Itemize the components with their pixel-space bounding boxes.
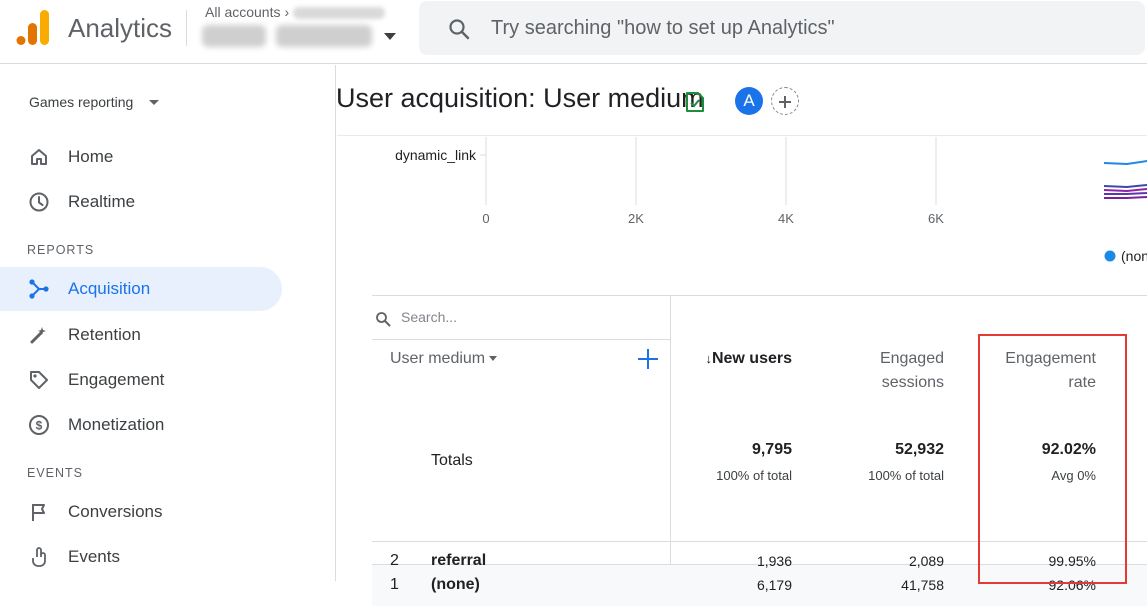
add-dimension-button[interactable] [638,349,658,369]
x-tick-label: 0 [482,211,489,226]
sidebar-item-label: Engagement [68,370,165,389]
sidebar-item-label: Realtime [68,192,136,211]
table-row[interactable]: 2 referral 1,936 2,089 99.95% [372,541,1147,582]
collection-selector[interactable]: Games reporting [29,94,133,110]
add-comparison-icon[interactable] [771,87,799,115]
total-value: 9,795 [751,441,792,458]
divider [186,10,187,46]
search-bar[interactable] [419,1,1145,55]
search-input[interactable] [491,11,1091,45]
sidebar-item-label: Home [68,147,114,166]
analytics-logo-icon[interactable] [16,10,50,46]
acquisition-icon [29,279,49,299]
sidebar-item-conversions[interactable]: Conversions [0,490,282,534]
sidebar-item-retention[interactable]: Retention [0,313,282,357]
row-dimension[interactable]: referral [431,552,486,570]
column-header-new-users[interactable]: ↓New users [692,347,792,371]
touch-icon [32,547,46,567]
divider [337,135,1147,136]
totals-label: Totals [431,452,473,469]
property-name-redacted [202,25,266,47]
account-name-redacted [293,7,386,20]
retention-icon [30,327,46,344]
row-index: 2 [390,552,399,569]
tag-icon [30,371,48,389]
trend-line [1103,160,1147,166]
sidebar-item-label: Events [68,547,120,566]
sidebar-item-label: Retention [68,325,141,344]
total-subtext: Avg 0% [1051,468,1096,483]
chevron-right-icon: › [284,4,290,20]
report-saved-check-icon[interactable] [684,90,706,114]
flag-icon [32,504,45,521]
trend-line [1103,184,1147,189]
chevron-down-icon [489,356,498,362]
app-title: Analytics [68,13,173,43]
all-accounts-link[interactable]: All accounts [205,4,280,20]
dimension-header: User medium [390,350,486,367]
legend-label: (non [1121,248,1147,264]
main-content: User acquisition: User medium A dynamic_… [336,65,1147,606]
avatar[interactable]: A [735,87,763,115]
legend-swatch [1104,250,1116,262]
sidebar-item-home[interactable]: Home [0,135,282,179]
sidebar-item-label: Conversions [68,502,163,521]
property-id-redacted [276,25,372,47]
chevron-down-icon[interactable] [384,33,396,40]
x-tick-label: 4K [778,211,794,226]
sidebar-item-realtime[interactable]: Realtime [0,180,282,224]
trend-line [1104,192,1147,195]
column-header-engagement-rate[interactable]: Engagement rate [976,347,1096,395]
x-tick-label: 2K [628,211,644,226]
search-icon [376,312,391,327]
trend-line [1103,188,1147,193]
sidebar-item-label: Monetization [68,415,165,434]
page-title: User acquisition: User medium [336,83,704,113]
chart: dynamic_link 0 2K 4K 6K (non [395,137,1147,264]
sidebar-item-events[interactable]: Events [0,535,282,579]
home-icon [31,149,47,165]
table-search-input[interactable] [401,306,651,328]
total-value: 52,932 [895,441,944,458]
trend-line [1104,196,1147,199]
chevron-down-icon[interactable] [149,100,159,105]
total-value: 92.02% [1041,441,1096,458]
row-cell: 2,089 [908,553,944,569]
column-header-engaged-sessions[interactable]: Engaged sessions [824,347,944,395]
divider [372,295,1147,296]
row-cell: 1,936 [756,553,792,569]
total-subtext: 100% of total [868,468,944,483]
top-bar: Analytics All accounts › [0,0,1147,64]
sidebar-item-label: Acquisition [68,279,151,298]
sidebar-item-engagement[interactable]: Engagement [0,358,282,402]
property-selector[interactable] [202,25,372,47]
search-icon [449,19,470,40]
sidebar-item-acquisition[interactable]: Acquisition [0,267,282,311]
x-tick-label: 6K [928,211,944,226]
clock-icon [29,192,49,212]
divider [372,541,1147,542]
account-breadcrumb[interactable]: All accounts › [205,4,386,20]
section-events: EVENTS [27,466,84,480]
total-subtext: 100% of total [716,468,792,483]
category-label: dynamic_link [395,147,477,163]
dimension-selector[interactable]: User medium [390,350,498,368]
dollar-icon: $ [29,415,49,435]
svg-text:$: $ [36,419,43,433]
divider [372,339,670,340]
row-cell: 99.95% [1048,553,1096,569]
sidebar: Games reporting Home Realtime REPORTS Ac… [0,65,336,581]
sidebar-item-monetization[interactable]: $ Monetization [0,403,282,447]
trend-lines [1103,160,1147,199]
section-reports: REPORTS [27,243,95,257]
